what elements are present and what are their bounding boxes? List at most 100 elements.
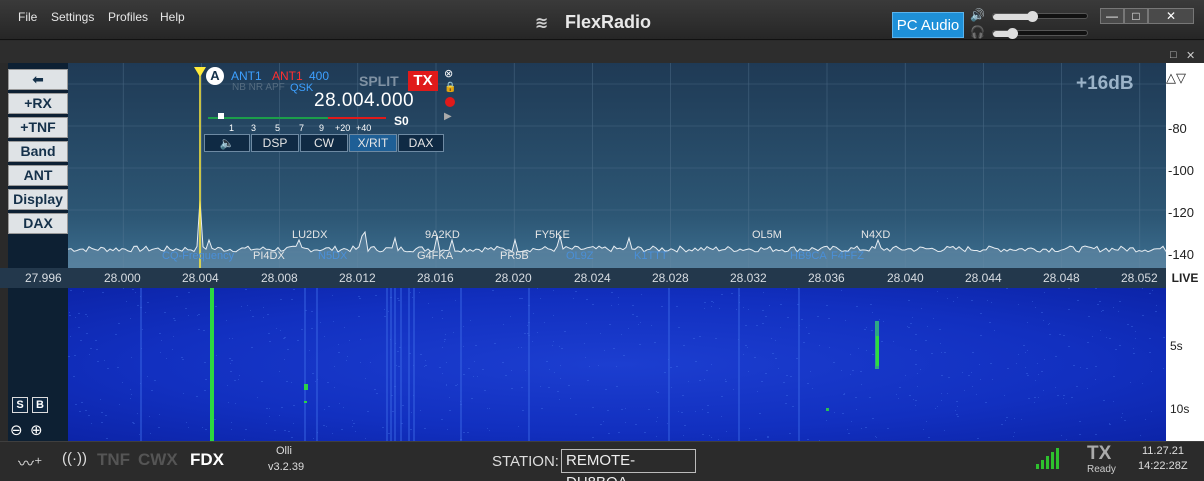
s-meter-green xyxy=(208,117,328,119)
spectrum-add-icon[interactable]: 〰⁺ xyxy=(18,450,42,474)
pan-maximize-icon[interactable]: □ xyxy=(1170,49,1177,61)
main-volume-knob[interactable] xyxy=(1027,11,1038,22)
freq-label: 27.996 xyxy=(25,271,62,285)
spot-f4ffz[interactable]: F4FFZ xyxy=(831,250,864,262)
db-label-80: -80 xyxy=(1168,121,1187,136)
add-tnf-button[interactable]: +TNF xyxy=(8,117,68,138)
freq-label: 28.012 xyxy=(339,271,376,285)
band-button[interactable]: Band xyxy=(8,141,68,162)
slice-letter-badge[interactable]: A xyxy=(206,67,224,85)
menu-file[interactable]: File xyxy=(18,10,37,24)
filter-width[interactable]: 400 xyxy=(309,69,329,83)
ant-button[interactable]: ANT xyxy=(8,165,68,186)
record-icon[interactable] xyxy=(445,97,455,107)
spot-ol9z[interactable]: OL9Z xyxy=(566,250,594,262)
slice-dax-button[interactable]: DAX xyxy=(398,134,444,152)
spot-pr5b[interactable]: PR5B xyxy=(500,250,529,262)
spot-pi4dx[interactable]: PI4DX xyxy=(253,250,285,262)
meter-tick-1: 1 xyxy=(229,123,235,133)
maximize-button[interactable]: □ xyxy=(1124,8,1148,24)
panadapter-sidebar: ⬅ +RX +TNF Band ANT Display DAX S B xyxy=(8,63,68,441)
menu-settings[interactable]: Settings xyxy=(51,10,94,24)
s-meter-red xyxy=(328,117,386,119)
spot-k1ttt[interactable]: K1TTT xyxy=(634,250,668,262)
spot-cq-frequency[interactable]: CQ-Frequency xyxy=(162,250,234,262)
mode-label[interactable]: QSK xyxy=(290,82,313,94)
station-name[interactable]: REMOTE-DH8BQA xyxy=(561,449,696,481)
meter-tick-3: 3 xyxy=(251,123,257,133)
speaker-icon[interactable]: 🔊 xyxy=(970,8,985,22)
wireless-icon[interactable]: ((·)) xyxy=(62,450,87,467)
meter-tick-5: 5 xyxy=(275,123,281,133)
freq-label: 28.032 xyxy=(730,271,767,285)
spot-ol5m[interactable]: OL5M xyxy=(752,229,782,241)
tnf-toggle[interactable]: TNF xyxy=(97,450,130,470)
menu-help[interactable]: Help xyxy=(160,10,185,24)
signal-bar xyxy=(1046,456,1049,469)
cwx-toggle[interactable]: CWX xyxy=(138,450,178,470)
meter-tick-plus40: +40 xyxy=(356,123,372,133)
spot-lu2dx[interactable]: LU2DX xyxy=(292,229,327,241)
gain-readout: +16dB xyxy=(1076,73,1134,94)
s-button[interactable]: S xyxy=(12,397,28,413)
spot-n4xd[interactable]: N4XD xyxy=(861,229,890,241)
headphone-icon[interactable]: 🎧 xyxy=(970,25,985,39)
db-label-120: -120 xyxy=(1168,205,1195,220)
freq-label: 28.044 xyxy=(965,271,1002,285)
tx-badge[interactable]: TX xyxy=(408,71,438,91)
slice-cw-button[interactable]: CW xyxy=(300,134,348,152)
add-rx-button[interactable]: +RX xyxy=(8,93,68,114)
slice-frequency[interactable]: 28.004.000 xyxy=(314,90,414,112)
s-reading: S0 xyxy=(394,114,409,128)
freq-label: 28.048 xyxy=(1043,271,1080,285)
play-icon[interactable]: ▶ xyxy=(444,111,452,122)
zoom-out-icon[interactable]: ⊖ xyxy=(10,421,23,439)
brand-name: FlexRadio xyxy=(565,12,652,32)
freq-label: 28.020 xyxy=(495,271,532,285)
signal-bar xyxy=(1051,452,1054,469)
slice-dsp-button[interactable]: DSP xyxy=(251,134,299,152)
rx-antenna[interactable]: ANT1 xyxy=(231,69,262,83)
freq-label: 28.024 xyxy=(574,271,611,285)
minimize-button[interactable]: — xyxy=(1100,8,1124,24)
fdx-toggle[interactable]: FDX xyxy=(190,450,224,470)
split-label[interactable]: SPLIT xyxy=(359,73,399,89)
spot-g4fka[interactable]: G4FKA xyxy=(417,250,453,262)
tx-antenna[interactable]: ANT1 xyxy=(272,69,303,83)
b-button[interactable]: B xyxy=(32,397,48,413)
waterfall[interactable] xyxy=(68,288,1166,441)
waterfall-time-scale xyxy=(1166,288,1204,441)
spot-fy5ke[interactable]: FY5KE xyxy=(535,229,570,241)
pan-close-icon[interactable]: ✕ xyxy=(1186,49,1195,62)
live-button[interactable]: LIVE xyxy=(1166,268,1204,288)
s-meter-bar xyxy=(218,113,224,119)
collapse-button[interactable]: ⬅ xyxy=(8,69,68,90)
flexradio-logo-icon: ≋ xyxy=(535,15,549,32)
spot-9a2kd[interactable]: 9A2KD xyxy=(425,229,460,241)
close-button[interactable]: ✕ xyxy=(1148,8,1194,24)
scale-up-down-icon[interactable]: △▽ xyxy=(1166,70,1186,86)
signal-bar xyxy=(1041,460,1044,469)
slice-close-icon[interactable]: ⊗ xyxy=(444,67,453,80)
user-name: Olli xyxy=(276,445,292,457)
pc-audio-button[interactable]: PC Audio xyxy=(892,12,964,38)
date: 11.27.21 xyxy=(1142,445,1185,457)
title-bar: File Settings Profiles Help ≋ FlexRadio P… xyxy=(0,0,1204,40)
station-label: STATION: xyxy=(492,453,559,470)
brand-logo: ≋ FlexRadio xyxy=(535,12,651,33)
spot-hb9ca[interactable]: HB9CA xyxy=(790,250,827,262)
freq-label: 28.036 xyxy=(808,271,845,285)
menu-profiles[interactable]: Profiles xyxy=(108,10,148,24)
freq-label: 28.008 xyxy=(261,271,298,285)
tx-status[interactable]: TX xyxy=(1087,443,1111,465)
dax-button[interactable]: DAX xyxy=(8,213,68,234)
zoom-in-icon[interactable]: ⊕ xyxy=(30,421,43,439)
lock-icon[interactable]: 🔒 xyxy=(444,82,456,93)
slice-xrit-button[interactable]: X/RIT xyxy=(349,134,397,152)
headphone-volume-knob[interactable] xyxy=(1007,28,1018,39)
display-button[interactable]: Display xyxy=(8,189,68,210)
slice-audio-button[interactable]: 🔈 xyxy=(204,134,250,152)
spot-n5dx[interactable]: N5DX xyxy=(318,250,347,262)
waterfall-graph xyxy=(68,288,1165,441)
tx-ready: Ready xyxy=(1087,464,1116,475)
